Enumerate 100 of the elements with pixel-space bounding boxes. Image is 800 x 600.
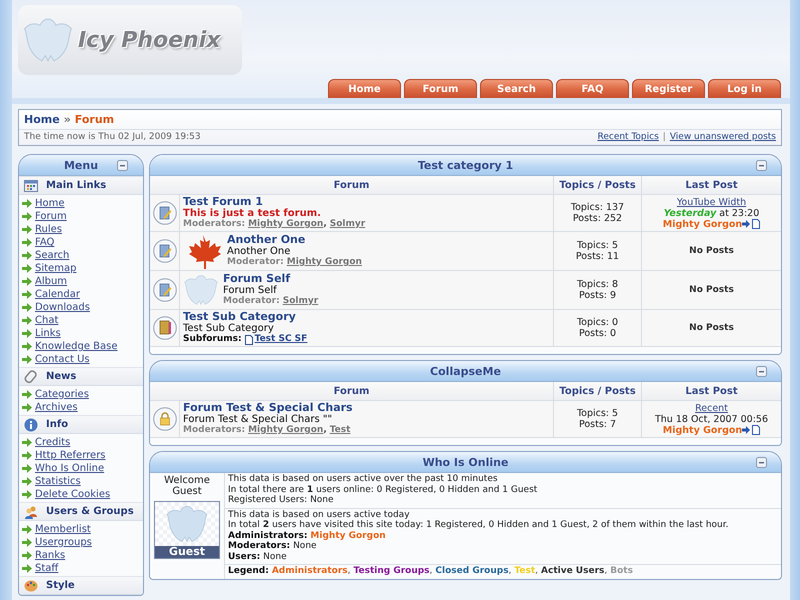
forum-icon xyxy=(152,239,176,263)
role-members: Mighty Gorgon xyxy=(310,530,386,541)
post-count: Posts: 252 xyxy=(572,213,622,224)
menu-link[interactable]: Calendar xyxy=(35,289,80,300)
post-count: Posts: 0 xyxy=(578,328,616,339)
avatar-label: Guest xyxy=(155,546,219,558)
collapse-icon[interactable] xyxy=(756,160,767,171)
forum-icon xyxy=(152,201,176,225)
moderator-link[interactable]: Solmyr xyxy=(282,296,318,307)
menu-link[interactable]: Chat xyxy=(35,315,58,326)
forum-description: Forum Test & Special Chars "" xyxy=(183,414,334,425)
moderator-link[interactable]: Mighty Gorgon xyxy=(286,257,362,268)
role-label: Users: xyxy=(228,552,260,562)
menu-link[interactable]: Usergroups xyxy=(35,537,92,548)
no-posts-text: No Posts xyxy=(689,284,734,296)
forum-description: Another One xyxy=(227,246,292,257)
grid-icon xyxy=(24,180,38,192)
post-time: at 23:20 xyxy=(719,208,760,218)
book-icon xyxy=(152,316,176,340)
info-icon xyxy=(24,418,38,432)
column-header: Forum xyxy=(150,176,553,195)
moderator-link[interactable]: Mighty Gorgon xyxy=(248,219,324,230)
menu-link[interactable]: Archives xyxy=(35,402,78,413)
role-members: None xyxy=(293,541,317,552)
moderators-label: Moderator: xyxy=(223,296,280,307)
online-info-text: This data is based on users active today xyxy=(228,510,411,520)
subforum-link[interactable]: Test SC SF xyxy=(254,334,308,345)
menu-link[interactable]: Links xyxy=(35,328,61,339)
menu-link[interactable]: Ranks xyxy=(35,550,66,561)
menu-link[interactable]: Memberlist xyxy=(35,524,91,535)
menu-link[interactable]: Sitemap xyxy=(35,263,76,274)
post-count: Posts: 7 xyxy=(578,419,616,430)
post-time: Thu 18 Oct, 2007 00:56 xyxy=(654,414,768,424)
quick-link[interactable]: Recent Topics xyxy=(597,132,659,142)
link-separator: | xyxy=(662,132,666,142)
lock-icon xyxy=(152,407,176,431)
forum-title[interactable]: Test Sub Category xyxy=(183,311,308,323)
goto-post-icon[interactable] xyxy=(742,425,760,435)
column-header: Last Post xyxy=(641,382,781,401)
menu-link[interactable]: Http Referrers xyxy=(35,450,106,461)
moderator-link[interactable]: Solmyr xyxy=(330,219,366,230)
list-separator: , xyxy=(323,425,327,436)
column-header: Topics / Posts xyxy=(553,176,641,195)
forum-title[interactable]: Forum Test & Special Chars xyxy=(183,402,353,414)
online-info-text: Registered Users: None xyxy=(228,495,335,506)
menu-link[interactable]: Search xyxy=(35,250,70,261)
forum-title[interactable]: Another One xyxy=(227,234,362,246)
forum-title[interactable]: Forum Self xyxy=(223,273,318,285)
panel-title: CollapseMe xyxy=(430,364,501,378)
last-post-link[interactable]: YouTube Width xyxy=(676,196,746,208)
list-separator: , xyxy=(535,566,538,576)
group-link[interactable]: Testing Groups xyxy=(354,566,430,576)
role-label: Moderators: xyxy=(228,541,290,552)
menu-link[interactable]: Album xyxy=(35,276,68,287)
palette-icon xyxy=(24,578,38,592)
list-separator: , xyxy=(508,566,512,576)
moderators-label: Moderators: xyxy=(183,219,246,230)
last-post-link[interactable]: Recent xyxy=(695,402,728,414)
menu-link[interactable]: Statistics xyxy=(35,476,81,487)
role-label: Administrators: xyxy=(228,530,308,541)
subforums-label: Subforums: xyxy=(183,334,242,345)
panel-title: Test category 1 xyxy=(418,158,514,172)
menu-link[interactable]: Knowledge Base xyxy=(35,341,118,352)
column-header: Topics / Posts xyxy=(553,382,641,401)
menu-link[interactable]: Credits xyxy=(35,437,70,448)
menu-link[interactable]: Forum xyxy=(35,211,67,222)
moderator-link[interactable]: Test xyxy=(330,425,350,436)
moderators-label: Moderator: xyxy=(227,257,284,268)
menu-link[interactable]: FAQ xyxy=(35,237,54,248)
topic-count: Topics: 8 xyxy=(576,279,618,290)
logo-text: Icy Phoenix xyxy=(78,28,220,52)
forum-title[interactable]: Test Forum 1 xyxy=(183,196,366,208)
legend-label: Legend: xyxy=(228,566,269,576)
column-header: Forum xyxy=(150,382,553,401)
quick-link[interactable]: View unanswered posts xyxy=(670,132,776,142)
menu-link[interactable]: Home xyxy=(35,198,65,209)
panel-title: Menu xyxy=(64,158,98,172)
current-time: The time now is Thu 02 Jul, 2009 19:53 xyxy=(24,132,201,142)
collapse-icon[interactable] xyxy=(117,160,128,171)
section-title: Style xyxy=(46,580,75,591)
post-day: Yesterday xyxy=(664,208,716,218)
menu-link[interactable]: Delete Cookies xyxy=(35,489,110,500)
menu-link[interactable]: Who Is Online xyxy=(35,463,104,474)
menu-link[interactable]: Categories xyxy=(35,389,89,400)
menu-link[interactable]: Rules xyxy=(35,224,62,235)
moderator-link[interactable]: Mighty Gorgon xyxy=(248,425,324,436)
menu-link[interactable]: Contact Us xyxy=(35,354,90,365)
group-link[interactable]: Closed Groups xyxy=(435,566,509,576)
section-title: News xyxy=(46,371,76,382)
menu-link[interactable]: Staff xyxy=(35,563,58,574)
breadcrumb-link[interactable]: Forum xyxy=(74,113,114,126)
menu-link[interactable]: Downloads xyxy=(35,302,90,313)
breadcrumb-link[interactable]: Home xyxy=(24,113,60,126)
panel-title: Who Is Online xyxy=(422,456,508,468)
collapse-icon[interactable] xyxy=(756,457,767,468)
goto-post-icon[interactable] xyxy=(742,219,760,229)
group-link[interactable]: Active Users xyxy=(541,566,604,576)
online-info-text: In total there are 1 users online: 0 Registered, 0 Hidden and 1 Guest xyxy=(228,484,538,495)
collapse-icon[interactable] xyxy=(756,366,767,377)
column-header: Last Post xyxy=(641,176,781,195)
